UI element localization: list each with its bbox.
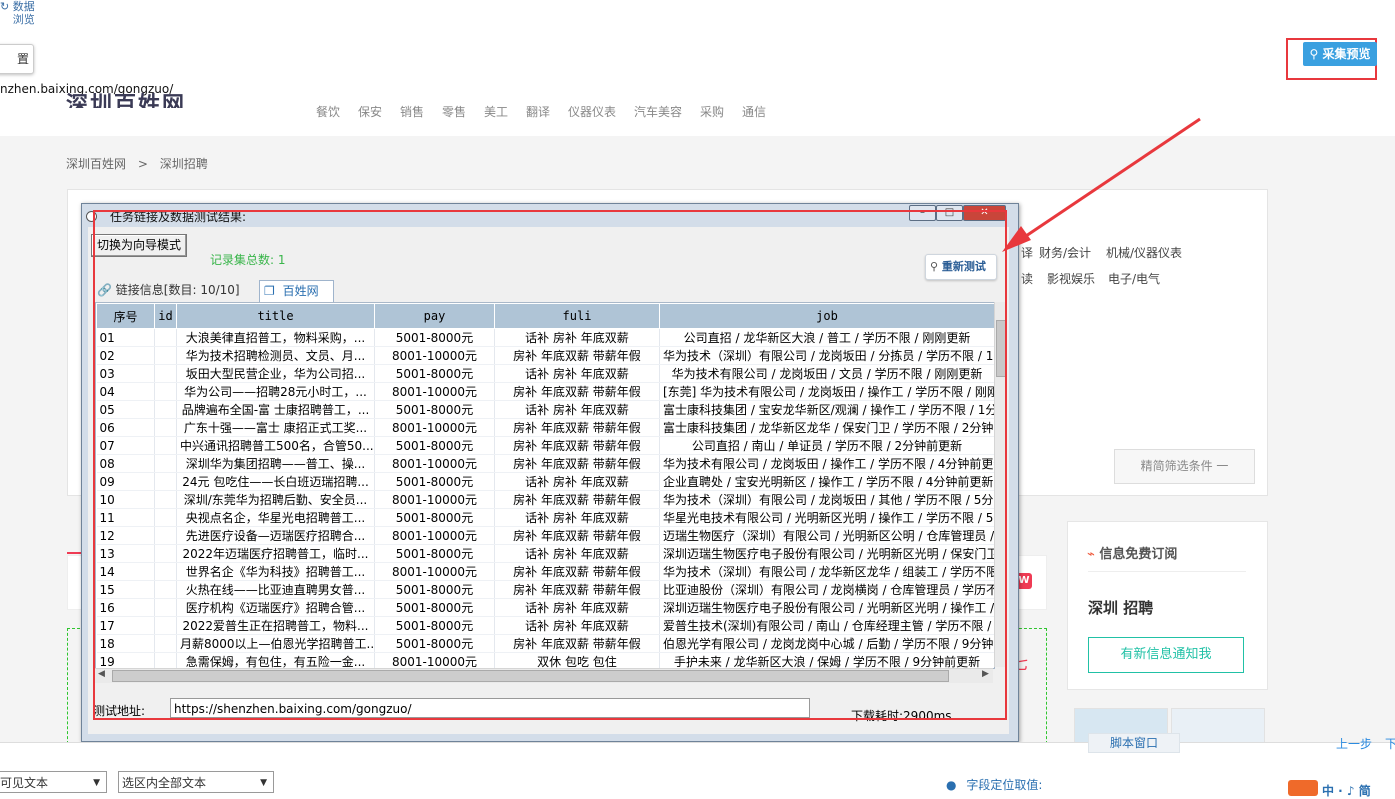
field-locate-text: 字段定位取值: [966, 778, 1043, 792]
rss-icon: ⌁ [1087, 547, 1095, 562]
nav-item[interactable]: 采购 [700, 103, 724, 120]
ad-thumbnail[interactable] [1171, 708, 1265, 744]
data-browse-label: 数据 浏览 [12, 0, 35, 26]
category-link[interactable]: 机械/仪器仪表 [1106, 244, 1182, 261]
selection-text-value: 选区内全部文本 [122, 776, 207, 790]
search-icon: ⚲ [1309, 47, 1319, 61]
breadcrumb-current[interactable]: 深圳招聘 [160, 157, 208, 171]
divider [1088, 571, 1246, 572]
bullet-icon: ● [946, 778, 957, 792]
nav-item[interactable]: 通信 [742, 103, 766, 120]
chevron-down-icon: ▼ [93, 778, 100, 788]
nav-item[interactable]: 汽车美容 [634, 103, 682, 120]
selection-text-select[interactable]: 选区内全部文本 ▼ [118, 771, 274, 793]
annotation-highlight-box [93, 210, 1007, 720]
city-title: 深圳 招聘 [1088, 599, 1154, 617]
text-mode-value: 可见文本 [0, 776, 49, 790]
nav-item[interactable]: 美工 [484, 103, 508, 120]
nav-item[interactable]: 保安 [358, 103, 382, 120]
nav-item[interactable]: 销售 [400, 103, 424, 120]
category-link[interactable]: 财务/会计 [1039, 244, 1091, 261]
collect-preview-label: 采集预览 [1322, 47, 1371, 61]
data-browse-link[interactable]: ↻ 数据 浏览 [0, 0, 35, 26]
collect-preview-button[interactable]: ⚲ 采集预览 [1303, 42, 1377, 66]
divider-accent [67, 552, 81, 554]
nav-item[interactable]: 零售 [442, 103, 466, 120]
app-top-area [0, 0, 1395, 102]
category-link[interactable]: 译 [1021, 244, 1033, 261]
prev-step-link[interactable]: 上一步 [1336, 735, 1372, 752]
breadcrumb: 深圳百姓网 > 深圳招聘 [66, 155, 208, 172]
script-window-button[interactable]: 脚本窗口 [1088, 733, 1180, 753]
ime-logo-icon[interactable] [1288, 780, 1318, 796]
category-link[interactable]: 影视娱乐 [1047, 270, 1095, 287]
filter-toggle-button[interactable]: 精简筛选条件 一 [1114, 449, 1255, 484]
breadcrumb-separator: > [137, 157, 148, 171]
next-step-link[interactable]: 下 [1385, 735, 1395, 752]
notify-button[interactable]: 有新信息通知我 [1088, 637, 1244, 673]
chevron-down-icon: ▼ [260, 778, 267, 788]
nav-item[interactable]: 翻译 [526, 103, 550, 120]
site-logo[interactable]: 深圳百姓网 [66, 84, 186, 108]
ime-status[interactable]: 中 · ♪ 简 [1322, 782, 1371, 799]
webpage-header [0, 102, 1395, 136]
category-link[interactable]: 读 [1021, 270, 1033, 287]
nav-item[interactable]: 仪器仪表 [568, 103, 616, 120]
text-mode-select[interactable]: 可见文本 ▼ [0, 771, 107, 793]
settings-button[interactable]: 置 [0, 44, 34, 74]
category-link[interactable]: 电子/电气 [1108, 270, 1160, 287]
subscribe-title-text: 信息免费订阅 [1099, 547, 1178, 562]
field-locate-label: ● 字段定位取值: [946, 776, 1042, 793]
data-browse-icon: ↻ [0, 0, 10, 13]
nav-item[interactable]: 餐饮 [316, 103, 340, 120]
subscribe-title: ⌁ 信息免费订阅 [1087, 543, 1177, 562]
breadcrumb-home[interactable]: 深圳百姓网 [66, 157, 126, 171]
